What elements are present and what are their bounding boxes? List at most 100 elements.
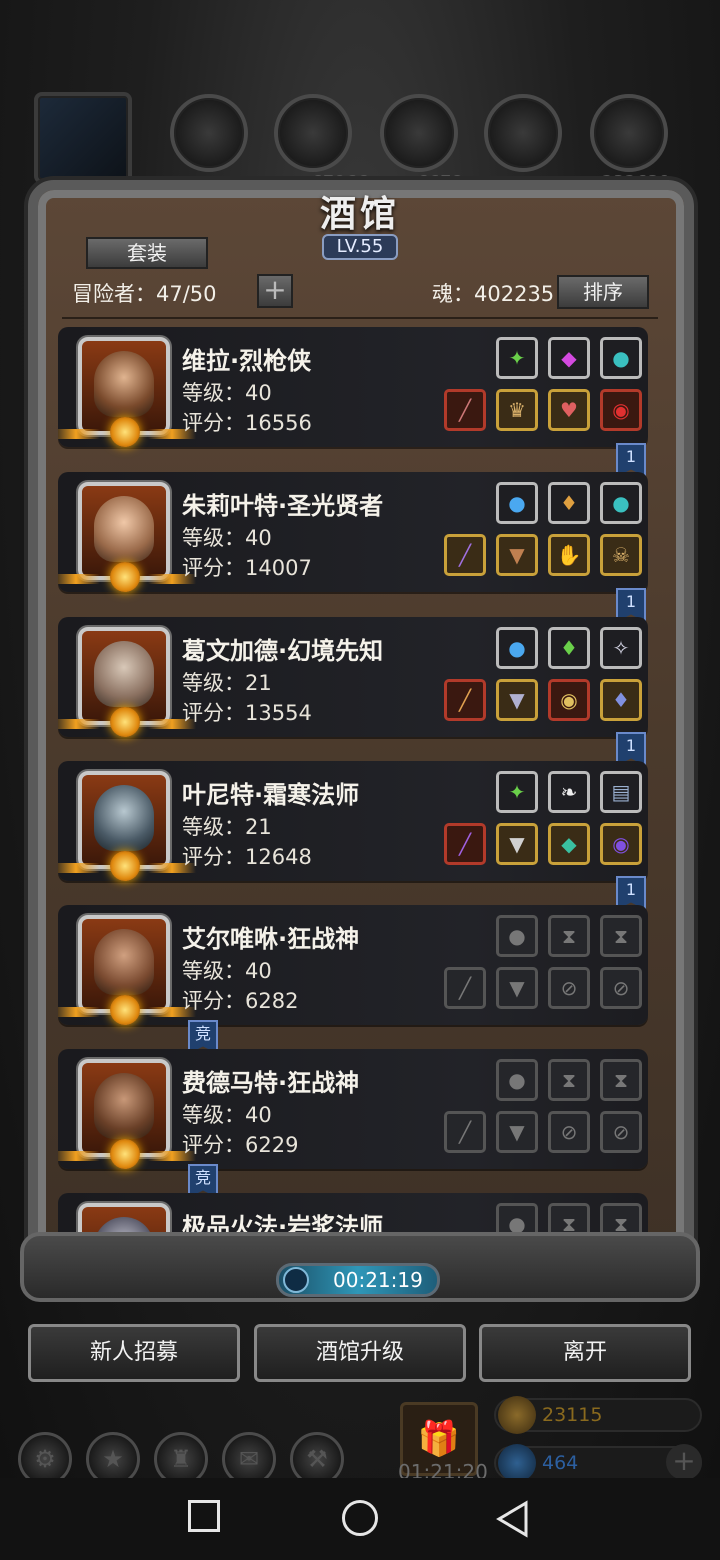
gold-counter: 23115 — [494, 1396, 702, 1434]
gloves-icon[interactable]: ✋ — [548, 534, 590, 576]
rank-emblem-icon — [110, 995, 140, 1025]
purple-gem-icon[interactable]: ◆ — [548, 337, 590, 379]
hero-name: 葛文加德·幻境先知 — [182, 637, 384, 665]
teal-stone-icon[interactable]: ● — [600, 337, 642, 379]
hero-name: 维拉·烈枪侠 — [182, 347, 312, 375]
blue-orb-icon[interactable]: ● — [496, 482, 538, 524]
gem-icon — [498, 1444, 536, 1482]
gem-pendant-icon[interactable]: ♦ — [548, 482, 590, 524]
staff-icon[interactable]: ╱ — [444, 679, 486, 721]
green-vial-icon[interactable]: ✦ — [496, 337, 538, 379]
resource-stone-icon — [590, 94, 668, 172]
souls-count: 魂：402235 — [432, 282, 555, 306]
ring-slot-icon[interactable]: ⊘ — [548, 967, 590, 1009]
recent-apps-icon[interactable] — [188, 1500, 220, 1532]
skull-icon[interactable]: ☠ — [600, 534, 642, 576]
necklace-icon[interactable]: ♥ — [548, 389, 590, 431]
hero-card[interactable]: 叶尼特·霜寒法师 等级：21 评分：12648 ✦ ❧ ▤ ╱ ▼ ◆ ◉ — [58, 761, 648, 881]
resource-wood-icon — [274, 94, 352, 172]
bracer-icon[interactable]: ◆ — [548, 823, 590, 865]
hero-level: 等级：40 — [182, 526, 272, 550]
hero-score: 评分：14007 — [182, 556, 312, 580]
hourglass-slot-icon[interactable]: ⧗ — [548, 915, 590, 957]
leave-button[interactable]: 离开 — [479, 1324, 691, 1382]
hero-name: 叶尼特·霜寒法师 — [182, 781, 360, 809]
weapon-slot-icon[interactable]: ╱ — [444, 967, 486, 1009]
hero-level: 等级：40 — [182, 1103, 272, 1127]
tavern-level-badge: LV.55 — [322, 234, 398, 260]
crest-icon[interactable]: ✧ — [600, 627, 642, 669]
teal-stone-icon[interactable]: ● — [600, 482, 642, 524]
hourglass-slot-icon[interactable]: ⧗ — [600, 1059, 642, 1101]
helmet-icon[interactable]: ♛ — [496, 389, 538, 431]
ring-icon[interactable]: ◉ — [600, 389, 642, 431]
refresh-timer: 00:21:19 — [276, 1263, 440, 1297]
hero-card[interactable]: 维拉·烈枪侠 等级：40 评分：16556 ✦ ◆ ● ╱ ♛ ♥ ◉ — [58, 327, 648, 447]
hero-score: 评分：6282 — [182, 989, 299, 1013]
chestplate-icon[interactable]: ▼ — [496, 679, 538, 721]
armor-icon[interactable]: ▼ — [496, 534, 538, 576]
blue-orb-icon[interactable]: ● — [496, 627, 538, 669]
scroll-icon[interactable]: ▤ — [600, 771, 642, 813]
hero-name: 朱莉叶特·圣光贤者 — [182, 492, 384, 520]
armor-slot-icon[interactable]: ▼ — [496, 1111, 538, 1153]
rank-emblem-icon — [110, 1139, 140, 1169]
rank-emblem-icon — [110, 562, 140, 592]
green-potion-icon[interactable]: ♦ — [548, 627, 590, 669]
hero-score: 评分：6229 — [182, 1133, 299, 1157]
staff-icon[interactable]: ╱ — [444, 534, 486, 576]
hourglass-slot-icon[interactable]: ⧗ — [600, 915, 642, 957]
ring-slot-icon[interactable]: ⊘ — [548, 1111, 590, 1153]
set-button[interactable]: 套装 — [86, 237, 208, 269]
panel-title: 酒馆 — [319, 194, 400, 235]
sword-icon[interactable]: ╱ — [444, 823, 486, 865]
hero-card[interactable]: 艾尔唯咻·狂战神 等级：40 评分：6282 ● ⧗ ⧗ ╱ ▼ ⊘ ⊘ — [58, 905, 648, 1025]
pendant-icon[interactable]: ♦ — [600, 679, 642, 721]
upgrade-tavern-button[interactable]: 酒馆升级 — [254, 1324, 466, 1382]
add-gems-icon[interactable]: + — [666, 1444, 702, 1480]
ring-slot-icon[interactable]: ⊘ — [600, 1111, 642, 1153]
gold-value: 23115 — [542, 1404, 603, 1426]
plus-icon: + — [263, 273, 287, 306]
ring-icon[interactable]: ◉ — [600, 823, 642, 865]
hero-level: 等级：21 — [182, 815, 272, 839]
hero-list[interactable]: 维拉·烈枪侠 等级：40 评分：16556 ✦ ◆ ● ╱ ♛ ♥ ◉ 1 朱莉… — [58, 327, 688, 1247]
sort-button[interactable]: 排序 — [557, 275, 649, 309]
resource-iron-icon — [380, 94, 458, 172]
home-icon[interactable] — [342, 1500, 378, 1536]
hero-card[interactable]: 葛文加德·幻境先知 等级：21 评分：13554 ● ♦ ✧ ╱ ▼ ◉ ♦ — [58, 617, 648, 737]
hero-level: 等级：40 — [182, 381, 272, 405]
drop-slot-icon[interactable]: ● — [496, 915, 538, 957]
hero-portrait[interactable] — [58, 771, 196, 881]
hero-card[interactable]: 费德马特·狂战神 等级：40 评分：6229 ● ⧗ ⧗ ╱ ▼ ⊘ ⊘ — [58, 1049, 648, 1169]
hero-score: 评分：13554 — [182, 701, 312, 725]
hero-portrait[interactable] — [58, 1059, 196, 1169]
hero-level: 等级：40 — [182, 959, 272, 983]
add-slot-button[interactable]: + — [257, 274, 293, 308]
armor-slot-icon[interactable]: ▼ — [496, 967, 538, 1009]
gold-coin-icon — [498, 1396, 536, 1434]
robe-icon[interactable]: ▼ — [496, 823, 538, 865]
back-icon[interactable] — [494, 1500, 530, 1538]
header-divider — [62, 317, 658, 319]
spear-icon[interactable]: ╱ — [444, 389, 486, 431]
ring-slot-icon[interactable]: ⊘ — [600, 967, 642, 1009]
resource-meat-icon — [170, 94, 248, 172]
hourglass-slot-icon[interactable]: ⧗ — [548, 1059, 590, 1101]
hero-portrait[interactable] — [58, 337, 196, 447]
hero-portrait[interactable] — [58, 482, 196, 592]
amulet-icon[interactable]: ◉ — [548, 679, 590, 721]
hero-card[interactable]: 朱莉叶特·圣光贤者 等级：40 评分：14007 ● ♦ ● ╱ ▼ ✋ ☠ — [58, 472, 648, 592]
hero-portrait[interactable] — [58, 627, 196, 737]
hero-portrait[interactable] — [58, 915, 196, 1025]
drop-slot-icon[interactable]: ● — [496, 1059, 538, 1101]
feather-icon[interactable]: ❧ — [548, 771, 590, 813]
rank-emblem-icon — [110, 417, 140, 447]
hero-score: 评分：16556 — [182, 411, 312, 435]
clock-icon — [283, 1267, 309, 1293]
player-portrait — [34, 92, 132, 184]
recruit-button[interactable]: 新人招募 — [28, 1324, 240, 1382]
system-nav-bar — [0, 1478, 720, 1560]
green-vial-icon[interactable]: ✦ — [496, 771, 538, 813]
weapon-slot-icon[interactable]: ╱ — [444, 1111, 486, 1153]
